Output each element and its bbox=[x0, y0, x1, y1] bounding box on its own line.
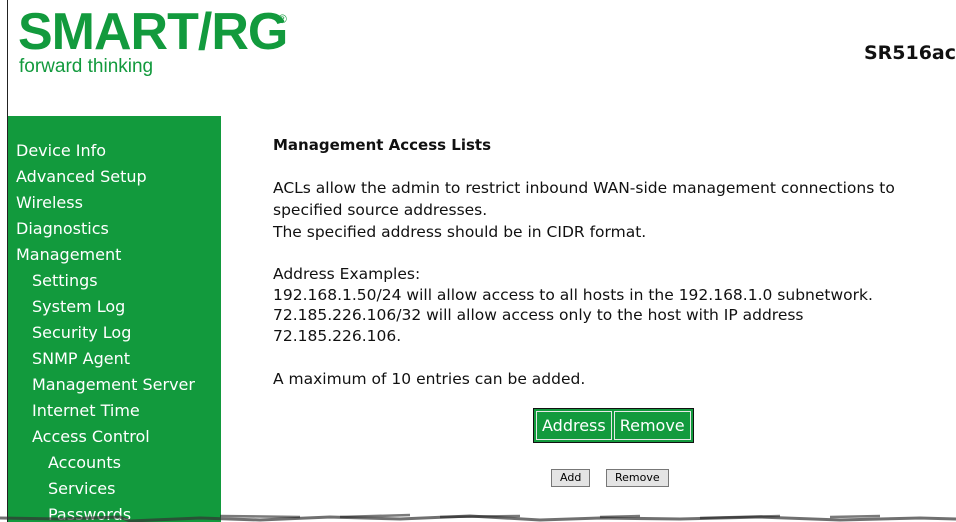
sidebar-item-system-log[interactable]: System Log bbox=[32, 297, 125, 316]
sidebar-item-security-log[interactable]: Security Log bbox=[32, 323, 131, 342]
acl-table: Address Remove bbox=[533, 408, 694, 443]
page-title: Management Access Lists bbox=[273, 136, 492, 154]
sidebar-item-settings[interactable]: Settings bbox=[32, 271, 98, 290]
sidebar-item-internet-time[interactable]: Internet Time bbox=[32, 401, 140, 420]
sidebar-item-access-control[interactable]: Access Control bbox=[32, 427, 150, 446]
examples-heading: Address Examples: bbox=[273, 265, 421, 283]
sidebar-item-accounts[interactable]: Accounts bbox=[48, 453, 121, 472]
example-line-1: 192.168.1.50/24 will allow access to all… bbox=[273, 286, 873, 304]
max-entries-note: A maximum of 10 entries can be added. bbox=[273, 370, 586, 388]
brand-tagline: forward thinking bbox=[19, 56, 154, 77]
device-model: SR516ac bbox=[863, 42, 956, 64]
sidebar-nav: Device Info Advanced Setup Wireless Diag… bbox=[8, 116, 221, 522]
add-button[interactable]: Add bbox=[551, 469, 591, 487]
sidebar-item-management-server[interactable]: Management Server bbox=[32, 375, 195, 394]
sidebar-item-diagnostics[interactable]: Diagnostics bbox=[16, 219, 109, 238]
sidebar-item-snmp-agent[interactable]: SNMP Agent bbox=[32, 349, 130, 368]
header: SMART/RG ® forward thinking SR516ac bbox=[8, 0, 956, 116]
sidebar-item-advanced-setup[interactable]: Advanced Setup bbox=[16, 167, 147, 186]
description-line-3: The specified address should be in CIDR … bbox=[273, 223, 647, 241]
remove-button[interactable]: Remove bbox=[606, 469, 669, 487]
sidebar-item-services[interactable]: Services bbox=[48, 479, 115, 498]
example-line-2: 72.185.226.106/32 will allow access only… bbox=[273, 306, 804, 324]
brand-logo: SMART/RG bbox=[18, 3, 288, 61]
sidebar-item-device-info[interactable]: Device Info bbox=[16, 141, 106, 160]
scan-artifact-strip bbox=[0, 513, 956, 522]
column-header-address: Address bbox=[536, 411, 612, 440]
example-line-3: 72.185.226.106. bbox=[273, 327, 402, 345]
registered-mark: ® bbox=[278, 12, 287, 26]
description-line-1: ACLs allow the admin to restrict inbound… bbox=[273, 179, 895, 197]
column-header-remove: Remove bbox=[613, 411, 691, 440]
description-line-2: specified source addresses. bbox=[273, 201, 488, 219]
sidebar-item-wireless[interactable]: Wireless bbox=[16, 193, 83, 212]
sidebar-item-management[interactable]: Management bbox=[16, 245, 121, 264]
